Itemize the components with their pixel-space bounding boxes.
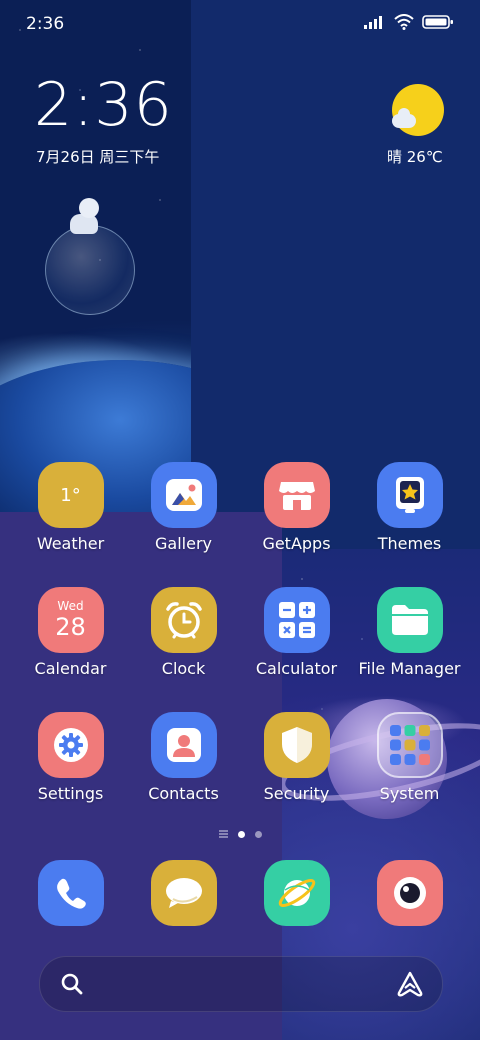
app-system-folder[interactable]: System bbox=[353, 712, 466, 803]
app-label: Weather bbox=[36, 534, 105, 553]
folder-icon bbox=[376, 587, 443, 653]
app-label: System bbox=[379, 784, 440, 803]
signal-icon bbox=[364, 16, 382, 29]
shield-icon bbox=[263, 712, 330, 778]
app-label: Clock bbox=[161, 659, 206, 678]
clock-widget-time[interactable]: 2:36 bbox=[34, 70, 173, 140]
app-calculator[interactable]: Calculator bbox=[240, 587, 353, 678]
wifi-icon bbox=[394, 14, 414, 30]
page-dot-1[interactable] bbox=[237, 830, 245, 838]
folder-grid-icon bbox=[376, 712, 443, 778]
gallery-icon bbox=[150, 462, 217, 528]
app-weather[interactable]: 1° Weather bbox=[14, 462, 127, 553]
dock-messages[interactable] bbox=[127, 860, 240, 926]
app-label: GetApps bbox=[262, 534, 331, 553]
app-settings[interactable]: Settings bbox=[14, 712, 127, 803]
store-icon bbox=[263, 462, 330, 528]
battery-icon bbox=[422, 15, 453, 29]
search-bar[interactable] bbox=[39, 956, 443, 1012]
app-label: Calendar bbox=[34, 659, 107, 678]
themes-icon bbox=[376, 462, 443, 528]
page-dot-2[interactable] bbox=[254, 830, 262, 838]
app-label: Gallery bbox=[155, 534, 212, 553]
astronaut-head-decoration bbox=[79, 198, 99, 218]
app-contacts[interactable]: Contacts bbox=[127, 712, 240, 803]
assistant-icon[interactable] bbox=[396, 970, 424, 998]
bubble-planet-decoration bbox=[45, 225, 135, 315]
search-icon[interactable] bbox=[60, 972, 84, 996]
camera-icon bbox=[376, 860, 443, 926]
app-label: Contacts bbox=[148, 784, 219, 803]
calendar-date: 28 bbox=[55, 613, 86, 641]
app-gallery[interactable]: Gallery bbox=[127, 462, 240, 553]
calendar-icon: Wed 28 bbox=[37, 587, 104, 653]
app-security[interactable]: Security bbox=[240, 712, 353, 803]
gear-icon bbox=[37, 712, 104, 778]
app-clock[interactable]: Clock bbox=[127, 587, 240, 678]
dock-browser[interactable] bbox=[240, 860, 353, 926]
app-calendar[interactable]: Wed 28 Calendar bbox=[14, 587, 127, 678]
dock-camera[interactable] bbox=[353, 860, 466, 926]
app-label: Calculator bbox=[255, 659, 338, 678]
status-time: 2:36 bbox=[26, 14, 65, 34]
clock-widget-date[interactable]: 7月26日 周三下午 bbox=[36, 146, 159, 167]
page-indicator[interactable] bbox=[0, 830, 480, 838]
calculator-icon bbox=[263, 587, 330, 653]
phone-icon bbox=[37, 860, 104, 926]
app-getapps[interactable]: GetApps bbox=[240, 462, 353, 553]
status-icons bbox=[364, 14, 454, 30]
calendar-day: Wed bbox=[57, 599, 84, 613]
app-label: Themes bbox=[377, 534, 442, 553]
app-themes[interactable]: Themes bbox=[353, 462, 466, 553]
alarm-clock-icon bbox=[150, 587, 217, 653]
contact-icon bbox=[150, 712, 217, 778]
app-label: File Manager bbox=[358, 659, 461, 678]
dock-phone[interactable] bbox=[14, 860, 127, 926]
app-label: Settings bbox=[37, 784, 104, 803]
browser-planet-icon bbox=[263, 860, 330, 926]
weather-icon: 1° bbox=[37, 462, 104, 528]
cloud-icon bbox=[392, 108, 416, 128]
app-label: Security bbox=[263, 784, 330, 803]
weather-widget-text: 晴 26℃ bbox=[387, 148, 443, 166]
drawer-lines-icon bbox=[218, 830, 228, 838]
messages-icon bbox=[150, 860, 217, 926]
weather-temp-badge: 1° bbox=[60, 484, 81, 506]
app-file-manager[interactable]: File Manager bbox=[353, 587, 466, 678]
